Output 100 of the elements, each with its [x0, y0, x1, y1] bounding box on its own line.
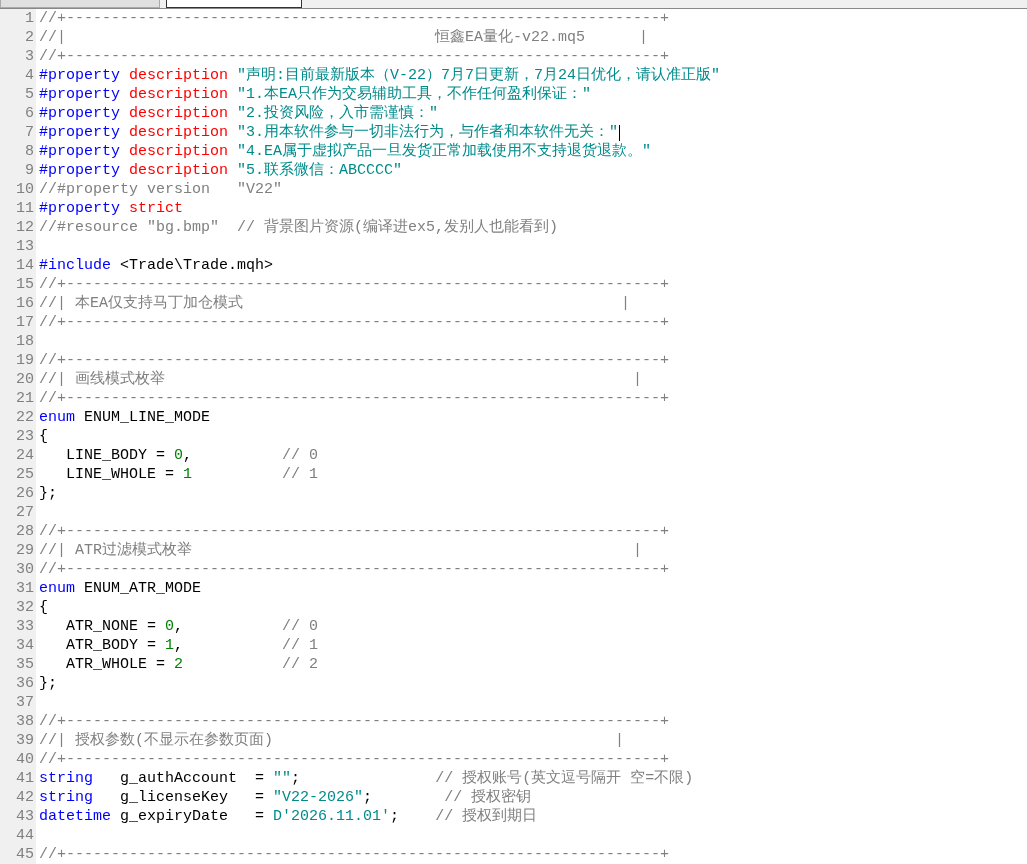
- code-comment: //| 授权参数(不显示在参数页面) |: [39, 731, 625, 750]
- code-keyword: #property: [39, 66, 120, 85]
- line-number: 41: [0, 769, 36, 788]
- line-number: 39: [0, 731, 36, 750]
- code-text: {: [39, 427, 48, 446]
- code-keyword: #property: [39, 199, 120, 218]
- line-number: 25: [0, 465, 36, 484]
- line-number: 31: [0, 579, 36, 598]
- code-text: ,: [174, 617, 184, 636]
- code-comment: //#resource "bg.bmp" // 背景图片资源(编译进ex5,发别人也能看到): [39, 218, 559, 237]
- code-text: LINE_WHOLE =: [66, 465, 176, 484]
- code-comment: //#property version "V22": [39, 180, 283, 199]
- code-keyword: #include: [39, 256, 111, 275]
- code-keyword: enum: [39, 579, 75, 598]
- string-literal: "1.本EA只作为交易辅助工具，不作任何盈利保证：": [237, 85, 592, 104]
- text-cursor: [619, 124, 621, 141]
- code-text: ENUM_LINE_MODE: [84, 408, 211, 427]
- string-literal: "2.投资风险，入市需谨慎：": [237, 104, 439, 123]
- number-literal: 0: [174, 446, 184, 465]
- number-literal: 2: [174, 655, 184, 674]
- string-literal: "声明:目前最新版本（V-22）7月7日更新，7月24日优化，请认准正版": [237, 66, 721, 85]
- code-text: ATR_WHOLE =: [66, 655, 167, 674]
- code-keyword: #property: [39, 161, 120, 180]
- code-keyword: datetime: [39, 807, 111, 826]
- line-number: 12: [0, 218, 36, 237]
- code-comment: // 0: [282, 446, 319, 465]
- line-number: 26: [0, 484, 36, 503]
- line-number: 1: [0, 9, 36, 28]
- code-text: ;: [363, 788, 373, 807]
- code-comment: //| 画线模式枚举 |: [39, 370, 643, 389]
- code-comment: //+------------------------------------------------------------------+: [39, 712, 670, 731]
- code-keyword: #property: [39, 104, 120, 123]
- code-text: ,: [183, 446, 193, 465]
- string-literal: "": [273, 769, 292, 788]
- line-number: 18: [0, 332, 36, 351]
- string-literal: "5.联系微信：ABCCCC": [237, 161, 403, 180]
- code-text: };: [39, 484, 57, 503]
- code-comment: // 1: [282, 465, 319, 484]
- code-comment: //| 本EA仅支持马丁加仓模式 |: [39, 294, 631, 313]
- line-number: 11: [0, 199, 36, 218]
- code-comment: // 授权账号(英文逗号隔开 空=不限): [435, 769, 694, 788]
- line-number: 23: [0, 427, 36, 446]
- code-keyword: #property: [39, 142, 120, 161]
- line-number: 2: [0, 28, 36, 47]
- line-number: 45: [0, 845, 36, 864]
- line-number: 7: [0, 123, 36, 142]
- line-number: 22: [0, 408, 36, 427]
- code-text: <Trade\Trade.mqh>: [120, 256, 274, 275]
- code-comment: //| ATR过滤模式枚举 |: [39, 541, 643, 560]
- code-text: g_licenseKey =: [120, 788, 265, 807]
- line-number: 3: [0, 47, 36, 66]
- code-keyword: #property: [39, 123, 120, 142]
- line-number: 16: [0, 294, 36, 313]
- code-comment: // 2: [282, 655, 319, 674]
- code-property: description: [129, 161, 229, 180]
- code-comment: //+------------------------------------------------------------------+: [39, 275, 670, 294]
- code-comment: //+------------------------------------------------------------------+: [39, 9, 670, 28]
- line-number: 13: [0, 237, 36, 256]
- code-comment: //| 恒鑫EA量化-v22.mq5 |: [39, 28, 649, 47]
- line-number: 32: [0, 598, 36, 617]
- code-property: description: [129, 123, 229, 142]
- code-text: ATR_BODY =: [66, 636, 158, 655]
- code-text: {: [39, 598, 48, 617]
- line-number: 9: [0, 161, 36, 180]
- code-keyword: string: [39, 788, 93, 807]
- code-comment: //+------------------------------------------------------------------+: [39, 351, 670, 370]
- line-number: 34: [0, 636, 36, 655]
- code-keyword: #property: [39, 85, 120, 104]
- file-tab[interactable]: [166, 0, 302, 8]
- code-comment: // 1: [282, 636, 319, 655]
- line-number: 38: [0, 712, 36, 731]
- code-keyword: enum: [39, 408, 75, 427]
- number-literal: 1: [183, 465, 193, 484]
- line-number: 36: [0, 674, 36, 693]
- line-number: 14: [0, 256, 36, 275]
- line-number: 35: [0, 655, 36, 674]
- code-text: ;: [291, 769, 301, 788]
- line-number: 15: [0, 275, 36, 294]
- number-literal: 1: [165, 636, 175, 655]
- code-comment: //+------------------------------------------------------------------+: [39, 560, 670, 579]
- code-comment: // 授权密钥: [444, 788, 532, 807]
- code-text: ;: [390, 807, 400, 826]
- code-property: description: [129, 104, 229, 123]
- code-text: };: [39, 674, 57, 693]
- code-comment: // 授权到期日: [435, 807, 538, 826]
- line-number: 4: [0, 66, 36, 85]
- line-number: 8: [0, 142, 36, 161]
- code-text: g_authAccount =: [120, 769, 265, 788]
- code-property: description: [129, 66, 229, 85]
- line-number: 20: [0, 370, 36, 389]
- line-number: 6: [0, 104, 36, 123]
- string-literal: "3.用本软件参与一切非法行为，与作者和本软件无关：": [237, 123, 619, 142]
- number-literal: 0: [165, 617, 175, 636]
- code-text: ATR_NONE =: [66, 617, 158, 636]
- line-number: 37: [0, 693, 36, 712]
- line-number: 29: [0, 541, 36, 560]
- line-number: 40: [0, 750, 36, 769]
- code-comment: //+------------------------------------------------------------------+: [39, 522, 670, 541]
- code-text: g_expiryDate =: [120, 807, 265, 826]
- line-number: 28: [0, 522, 36, 541]
